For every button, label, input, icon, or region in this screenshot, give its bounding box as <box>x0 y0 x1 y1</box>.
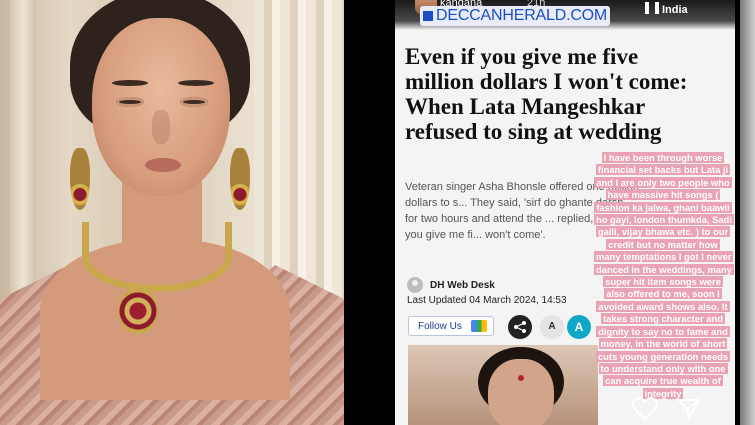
heart-icon[interactable] <box>632 397 658 421</box>
font-size-small-button[interactable]: A <box>540 315 564 339</box>
left-brow <box>112 80 148 86</box>
right-brow <box>178 80 214 86</box>
nose <box>152 110 170 144</box>
overlay-text: I have been through worse financial set … <box>594 152 734 399</box>
follow-us-button[interactable]: Follow Us <box>408 316 494 336</box>
article-photo <box>408 345 598 425</box>
edge-strip <box>740 0 755 425</box>
author-avatar-icon <box>407 277 423 293</box>
article-headline: Even if you give me five million dollars… <box>405 44 688 144</box>
last-updated: Last Updated 04 March 2024, 14:53 <box>407 295 567 306</box>
region-label: India <box>662 4 688 16</box>
instagram-story[interactable]: kangana 21h India DECCANHERALD.COM Even … <box>395 0 735 425</box>
right-eye <box>180 97 208 107</box>
pause-icon[interactable] <box>645 2 659 14</box>
left-earring <box>70 148 90 210</box>
necklace <box>82 222 232 292</box>
photo-face <box>488 359 554 425</box>
background-pillar <box>10 0 36 300</box>
send-icon[interactable] <box>677 398 701 420</box>
portrait-photo <box>0 0 344 425</box>
necklace-pendant <box>118 288 158 334</box>
google-news-icon <box>470 320 487 332</box>
author-name: DH Web Desk <box>430 279 495 291</box>
follow-us-label: Follow Us <box>418 320 462 332</box>
font-size-large-button[interactable]: A <box>567 315 591 339</box>
left-eye <box>116 97 144 107</box>
source-link-sticker[interactable]: DECCANHERALD.COM <box>420 6 611 26</box>
lips <box>145 158 181 172</box>
share-icon[interactable] <box>508 315 532 339</box>
right-earring <box>230 148 250 210</box>
author-row: DH Web Desk <box>407 276 495 294</box>
story-text-overlay: I have been through worse financial set … <box>594 152 734 400</box>
photo-bindi <box>518 375 524 381</box>
